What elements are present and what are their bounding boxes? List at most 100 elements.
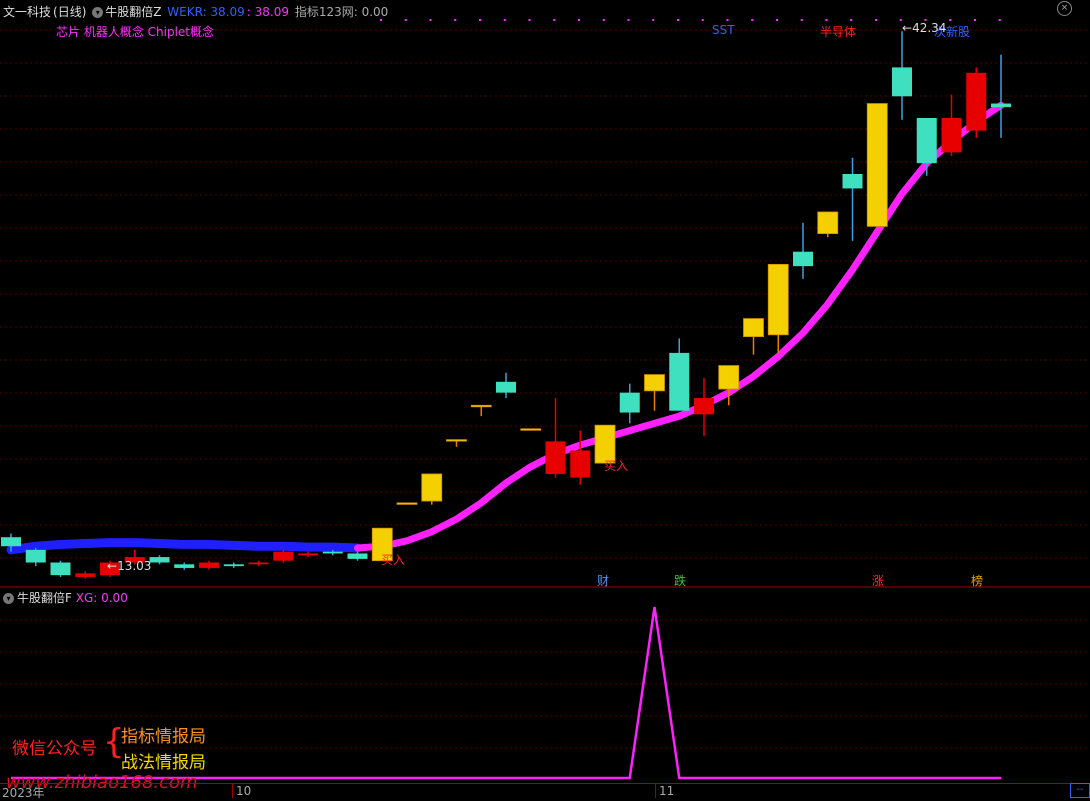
candle-body (446, 439, 467, 442)
candle-body (743, 318, 764, 338)
candle (223, 562, 244, 568)
brand-line-1: 指标情报局 (121, 727, 206, 747)
candle-body (470, 404, 492, 408)
marker-dot (677, 19, 679, 21)
candle-body (50, 562, 71, 576)
candle (421, 473, 443, 505)
candle-body (793, 251, 813, 267)
marker-dot (701, 19, 704, 21)
main-header: 文一科技 (日线) ▾ 牛股翻倍Z WEKR: 38.09: 38.09 指标123… (3, 3, 390, 20)
event-rise[interactable]: 涨 (872, 572, 884, 589)
marker-dot (553, 19, 556, 21)
candle (396, 502, 418, 505)
high-price-label: 42.34 (912, 21, 947, 35)
sub-indicator-toggle-icon[interactable]: ▾ (3, 593, 14, 604)
candle-body (421, 473, 443, 502)
candle (470, 404, 492, 417)
candle-body (669, 352, 690, 411)
high-price-marker: ←42.34 (902, 21, 947, 35)
candle (892, 31, 912, 120)
marker-dot (726, 19, 729, 21)
event-fall[interactable]: 跌 (674, 572, 686, 589)
candle-body (892, 67, 912, 97)
low-price-marker: ←13.03 (107, 559, 152, 573)
candle (941, 94, 962, 156)
candle-body (718, 365, 740, 390)
candle (149, 555, 170, 565)
candle (991, 54, 1011, 138)
indicator-name[interactable]: 牛股翻倍Z (105, 5, 161, 19)
event-finance[interactable]: 财 (597, 572, 609, 589)
candle (817, 211, 839, 238)
candle-body (322, 551, 343, 554)
time-axis (0, 783, 1090, 799)
candle (298, 551, 318, 558)
concept-labels: 芯片 机器人概念 Chiplet概念 (56, 25, 214, 39)
sub-header: ▾ 牛股翻倍F XG: 0.00 (3, 589, 128, 606)
wechat-label: 微信公众号 (12, 739, 97, 759)
candle-body (545, 441, 566, 474)
buy-signal-2: 买入 (604, 459, 629, 473)
candle (619, 383, 640, 424)
trend-line-pink (354, 101, 1005, 552)
candle-body (248, 562, 269, 565)
candle (347, 551, 368, 561)
marker-dot (776, 19, 778, 21)
candle (75, 571, 96, 579)
brand-line-2: 战法情报局 (121, 753, 206, 773)
candle-body (570, 450, 591, 478)
candle-body (694, 398, 714, 415)
candle-body (25, 549, 46, 563)
marker-dot (503, 19, 506, 21)
marker-dot (404, 19, 407, 21)
candle-body (619, 392, 640, 413)
candle-body (396, 502, 418, 505)
candle (966, 67, 987, 138)
candle (545, 398, 566, 478)
candle (174, 562, 195, 570)
candle (50, 560, 71, 577)
candles (1, 31, 1011, 579)
month-10-label: 10 (232, 784, 251, 798)
candle (793, 222, 813, 279)
candle-body (75, 573, 96, 577)
candle-body (842, 174, 863, 189)
candle (570, 430, 591, 485)
event-list[interactable]: 榜 (971, 572, 983, 589)
candle (743, 318, 764, 355)
tag-semiconductor: 半导体 (820, 25, 857, 39)
xg-label: XG: 0.00 (75, 591, 128, 605)
marker-dot (800, 19, 803, 21)
marker-dot (751, 19, 754, 21)
marker-dot (998, 19, 1001, 21)
candle-body (941, 117, 962, 153)
candle-body (767, 263, 789, 336)
stock-name: 文一科技 (3, 5, 52, 19)
marker-dot (652, 19, 655, 21)
candle-body (916, 117, 937, 164)
wekr-value: : 38.09 (246, 5, 289, 19)
corner-button[interactable]: -- (1070, 783, 1090, 798)
candle (25, 548, 46, 567)
year-label: 2023年 (2, 786, 45, 800)
marker-dot (479, 19, 481, 21)
marker-dot (875, 19, 877, 21)
metric-label: 指标123网: 0.00 (294, 5, 389, 19)
candle-body (817, 211, 839, 235)
candle-body (174, 564, 195, 568)
sub-indicator-name[interactable]: 牛股翻倍F (17, 591, 72, 605)
candle (273, 549, 294, 563)
indicator-toggle-icon[interactable]: ▾ (92, 7, 104, 18)
candlestick-chart[interactable] (0, 0, 1090, 798)
candle-body (149, 557, 170, 563)
marker-dot (850, 19, 853, 21)
candle (520, 428, 542, 431)
candle-body (520, 428, 542, 431)
close-icon[interactable]: × (1057, 1, 1072, 16)
candle (866, 103, 888, 227)
candle (694, 378, 714, 437)
marker-dot (454, 19, 457, 21)
candle (669, 338, 690, 411)
marker-dot (528, 19, 531, 21)
candle (248, 560, 269, 567)
